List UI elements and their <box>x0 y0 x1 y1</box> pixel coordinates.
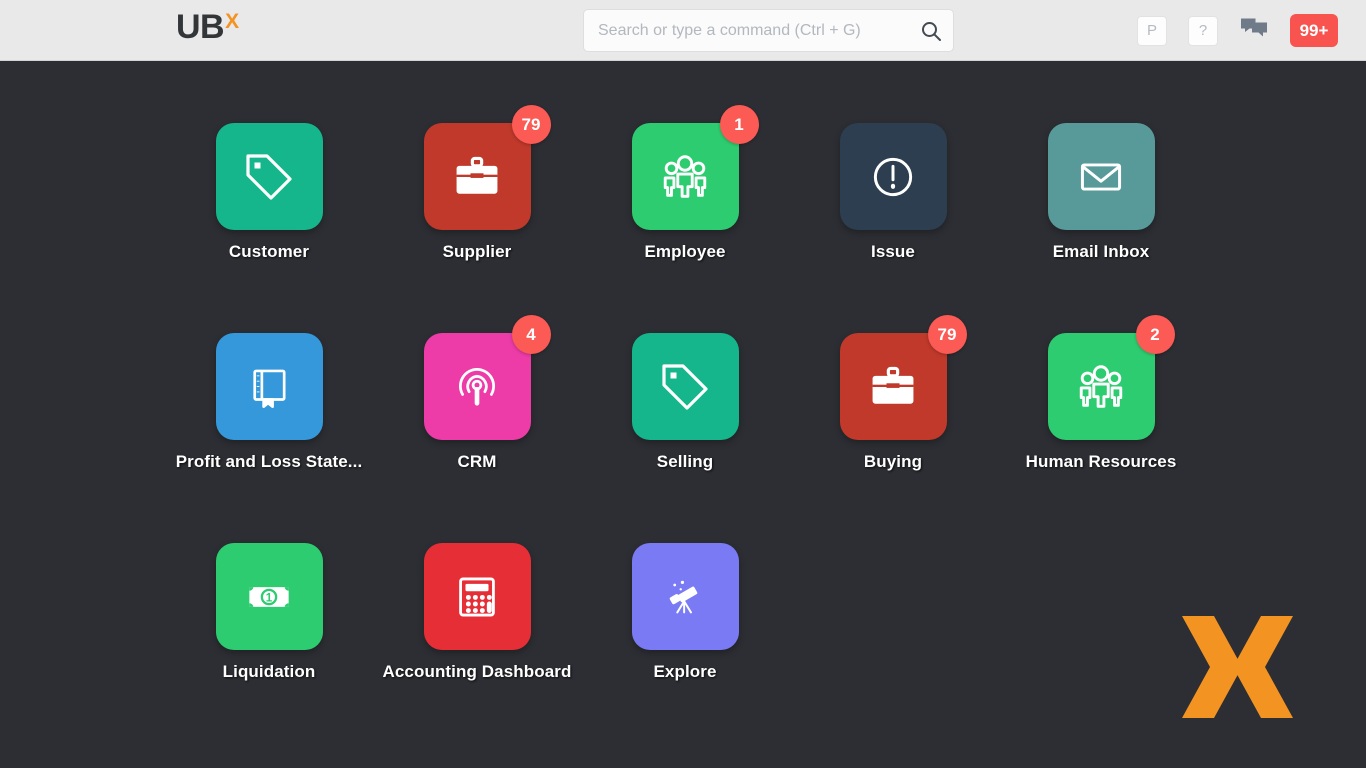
status-badge: 4 <box>511 315 551 354</box>
tile-wrap[interactable] <box>215 333 323 440</box>
tile-wrap[interactable] <box>1047 123 1155 230</box>
tile-background[interactable] <box>1047 333 1155 440</box>
app-tile-label: Customer <box>228 242 310 261</box>
notification-badge[interactable]: 99+ <box>1290 14 1338 47</box>
tile-wrap[interactable]: 1 <box>215 543 323 650</box>
badge-count: 79 <box>521 114 541 134</box>
app-tile-employee[interactable]: 1 Employee <box>581 105 789 333</box>
app-tile-customer[interactable]: Customer <box>165 123 373 333</box>
app-tile-explore[interactable]: Explore <box>581 543 789 753</box>
tile-wrap[interactable]: 79 <box>423 105 551 230</box>
tile-wrap[interactable]: 2 <box>1047 315 1175 440</box>
status-badge: 79 <box>511 105 551 144</box>
app-row: Profit and Loss State... 4 CRM Selling 7… <box>165 315 1205 543</box>
envelope-icon <box>1075 151 1127 203</box>
app-tile-label: Employee <box>644 242 726 261</box>
tile-background[interactable] <box>423 333 531 440</box>
app-tile-label: Human Resources <box>1025 452 1177 471</box>
tile-wrap[interactable]: 79 <box>839 315 967 440</box>
help-button[interactable]: ? <box>1188 15 1218 46</box>
app-logo-accent: X <box>225 10 240 33</box>
app-tile-label: Email Inbox <box>1052 242 1150 261</box>
person-signal-icon <box>451 361 503 413</box>
people-group-icon <box>1074 360 1128 414</box>
tile-background[interactable] <box>423 543 531 650</box>
tile-wrap[interactable] <box>423 543 531 650</box>
app-tile-selling[interactable]: Selling <box>581 333 789 543</box>
badge-count: 1 <box>734 114 744 134</box>
app-icon-grid: Customer 79 Supplier 1 Employee Issue Em… <box>165 105 1205 753</box>
app-row: Customer 79 Supplier 1 Employee Issue Em… <box>165 105 1205 333</box>
tile-background[interactable] <box>215 123 323 230</box>
status-badge: 1 <box>719 105 759 144</box>
search-bar[interactable] <box>583 9 954 52</box>
app-row: 1 Liquidation Accounting Dashboard Explo… <box>165 543 1205 753</box>
badge-count: 2 <box>1150 324 1160 344</box>
tag-icon <box>657 359 713 415</box>
badge-count: 4 <box>526 324 536 344</box>
tile-background[interactable] <box>631 333 739 440</box>
search-icon[interactable] <box>919 19 943 43</box>
tag-icon <box>241 149 297 205</box>
app-tile-label: CRM <box>457 452 497 471</box>
letter-p-icon: P <box>1146 22 1157 39</box>
app-tile-email-inbox[interactable]: Email Inbox <box>997 123 1205 333</box>
app-launcher-desktop: Customer 79 Supplier 1 Employee Issue Em… <box>0 61 1366 768</box>
tile-wrap[interactable] <box>215 123 323 230</box>
app-tile-supplier[interactable]: 79 Supplier <box>373 105 581 333</box>
tile-wrap[interactable]: 1 <box>631 105 759 230</box>
app-tile-accounting-dashboard[interactable]: Accounting Dashboard <box>373 543 581 753</box>
app-tile-profit-and-loss-statement[interactable]: Profit and Loss State... <box>165 333 373 543</box>
tile-background[interactable] <box>631 123 739 230</box>
exclamation-circle-icon <box>867 151 919 203</box>
tile-wrap[interactable]: 4 <box>423 315 551 440</box>
status-badge: 79 <box>927 315 967 354</box>
app-tile-label: Selling <box>656 452 714 471</box>
chat-button[interactable] <box>1239 16 1269 46</box>
chat-bubble-icon <box>1240 16 1268 45</box>
app-tile-crm[interactable]: 4 CRM <box>373 315 581 543</box>
app-tile-label: Liquidation <box>222 662 316 681</box>
search-box[interactable] <box>583 9 954 52</box>
app-tile-label: Accounting Dashboard <box>382 662 572 681</box>
tile-background[interactable] <box>631 543 739 650</box>
tile-background[interactable]: 1 <box>215 543 323 650</box>
svg-text:1: 1 <box>266 591 273 604</box>
app-tile-label: Supplier <box>442 242 512 261</box>
top-navbar: UB X P ? <box>0 0 1366 61</box>
notification-count-label: 99+ <box>1299 20 1329 40</box>
tile-background[interactable] <box>1047 123 1155 230</box>
briefcase-icon <box>451 151 503 203</box>
app-tile-liquidation[interactable]: 1 Liquidation <box>165 543 373 753</box>
tile-background[interactable] <box>423 123 531 230</box>
navbar-actions: P ? 99+ <box>1137 12 1338 49</box>
app-tile-buying[interactable]: 79 Buying <box>789 315 997 543</box>
app-logo-text: UB <box>176 8 225 46</box>
tile-wrap[interactable] <box>839 123 947 230</box>
ubx-logo-watermark <box>1180 612 1295 722</box>
question-mark-icon: ? <box>1198 22 1208 39</box>
calculator-icon <box>454 574 500 620</box>
app-tile-issue[interactable]: Issue <box>789 123 997 333</box>
app-tile-label: Explore <box>653 662 717 681</box>
search-input[interactable] <box>598 21 919 40</box>
briefcase-icon <box>867 361 919 413</box>
app-logo[interactable]: UB X <box>176 10 239 44</box>
profile-button[interactable]: P <box>1137 15 1167 46</box>
status-badge: 2 <box>1135 315 1175 354</box>
tile-background[interactable] <box>215 333 323 440</box>
people-group-icon <box>658 150 712 204</box>
app-tile-label: Issue <box>871 242 915 261</box>
tile-background[interactable] <box>839 333 947 440</box>
app-tile-human-resources[interactable]: 2 Human Resources <box>997 315 1205 543</box>
tile-wrap[interactable] <box>631 543 739 650</box>
book-icon <box>244 362 294 412</box>
app-tile-label: Profit and Loss State... <box>175 452 363 471</box>
telescope-icon <box>661 573 709 621</box>
banknote-icon: 1 <box>244 572 294 622</box>
tile-background[interactable] <box>839 123 947 230</box>
app-tile-label: Buying <box>863 452 923 471</box>
tile-wrap[interactable] <box>631 333 739 440</box>
badge-count: 79 <box>937 324 957 344</box>
